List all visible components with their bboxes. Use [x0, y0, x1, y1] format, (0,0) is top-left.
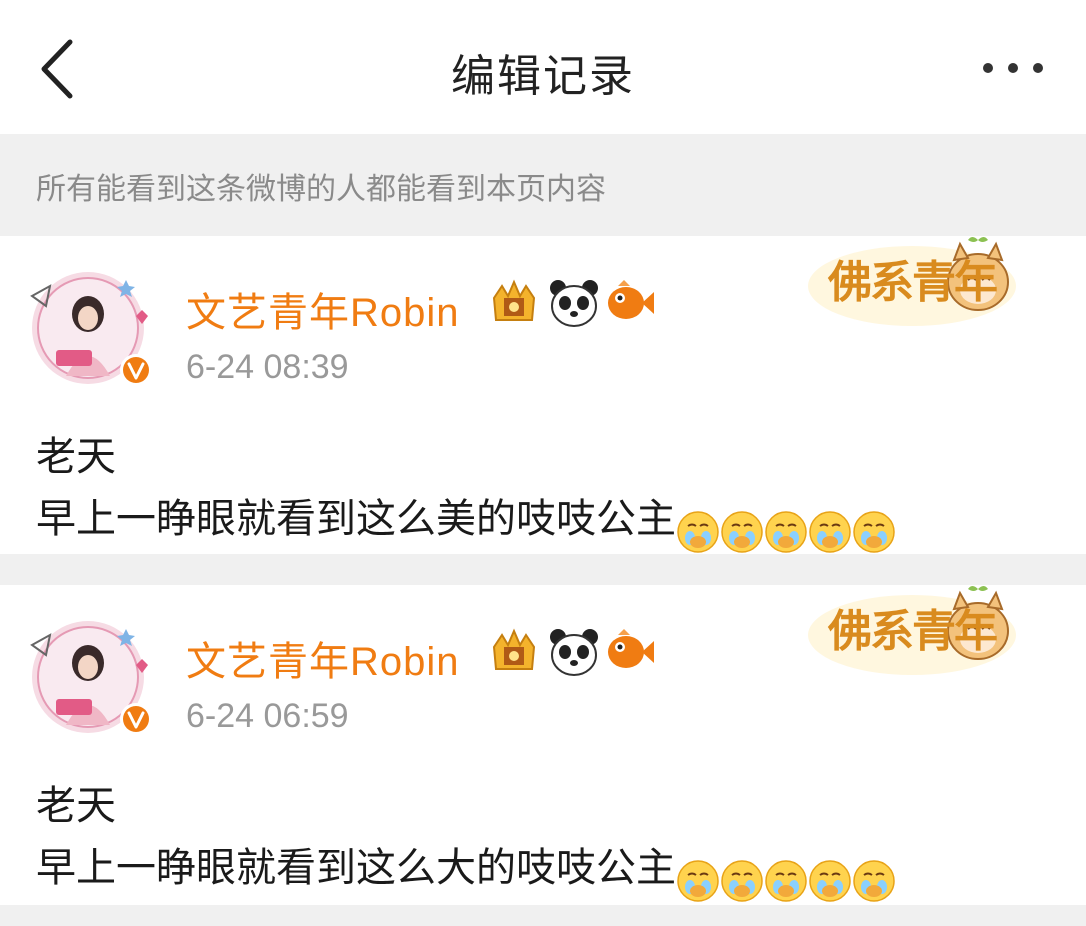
crown-badge-icon[interactable] — [488, 627, 540, 677]
sticker-text: 佛系青年 — [828, 606, 998, 657]
crown-badge-icon[interactable] — [488, 278, 540, 328]
crying-face-icon — [721, 860, 763, 902]
crying-face-icon — [853, 511, 895, 553]
timestamp: 6-24 06:59 — [186, 697, 349, 735]
username[interactable]: 文艺青年Robin — [186, 629, 460, 687]
post-content: 老天 早上一睁眼就看到这么美的吱吱公主 — [36, 426, 896, 553]
crying-face-icon — [853, 860, 895, 902]
panda-badge-icon[interactable] — [548, 278, 600, 328]
content-line-with-emoji: 早上一睁眼就看到这么大的吱吱公主 — [36, 837, 896, 902]
crying-face-icon — [809, 511, 851, 553]
panda-badge-icon[interactable] — [548, 627, 600, 677]
more-horizontal-icon — [983, 63, 1043, 73]
crying-face-icon — [677, 511, 719, 553]
username[interactable]: 文艺青年Robin — [186, 280, 460, 338]
avatar[interactable] — [26, 615, 156, 739]
crying-face-icon — [765, 511, 807, 553]
content-text: 早上一睁眼就看到这么大的吱吱公主 — [36, 845, 676, 891]
fish-badge-icon[interactable] — [604, 278, 656, 328]
crying-face-icon — [721, 511, 763, 553]
card-decoration-sticker: 佛系青年 — [806, 585, 1018, 677]
page-title: 编辑记录 — [451, 51, 635, 102]
more-button[interactable] — [980, 56, 1046, 80]
sticker-text: 佛系青年 — [828, 257, 998, 308]
content-line-with-emoji: 早上一睁眼就看到这么美的吱吱公主 — [36, 488, 896, 553]
edit-record-card: 文艺青年Robin 6-24 08:39 佛系青年 老天 早上一睁眼就看到这么美… — [0, 236, 1086, 554]
top-nav-bar: 编辑记录 — [0, 0, 1086, 134]
crying-face-icon — [809, 860, 851, 902]
crying-face-icon — [765, 860, 807, 902]
emoji-group — [676, 499, 896, 553]
notice-text: 所有能看到这条微博的人都能看到本页内容 — [36, 172, 606, 207]
fish-badge-icon[interactable] — [604, 627, 656, 677]
avatar[interactable] — [26, 266, 156, 390]
crying-face-icon — [677, 860, 719, 902]
emoji-group — [676, 848, 896, 902]
content-text: 早上一睁眼就看到这么美的吱吱公主 — [36, 496, 676, 542]
edit-record-card: 文艺青年Robin 6-24 06:59 佛系青年 老天 早上一睁眼就看到这么大… — [0, 585, 1086, 905]
content-line: 老天 — [36, 783, 116, 829]
post-content: 老天 早上一睁眼就看到这么大的吱吱公主 — [36, 775, 896, 902]
visibility-notice: 所有能看到这条微博的人都能看到本页内容 — [0, 134, 1086, 236]
card-decoration-sticker: 佛系青年 — [806, 236, 1018, 328]
timestamp: 6-24 08:39 — [186, 348, 349, 386]
content-line: 老天 — [36, 434, 116, 480]
